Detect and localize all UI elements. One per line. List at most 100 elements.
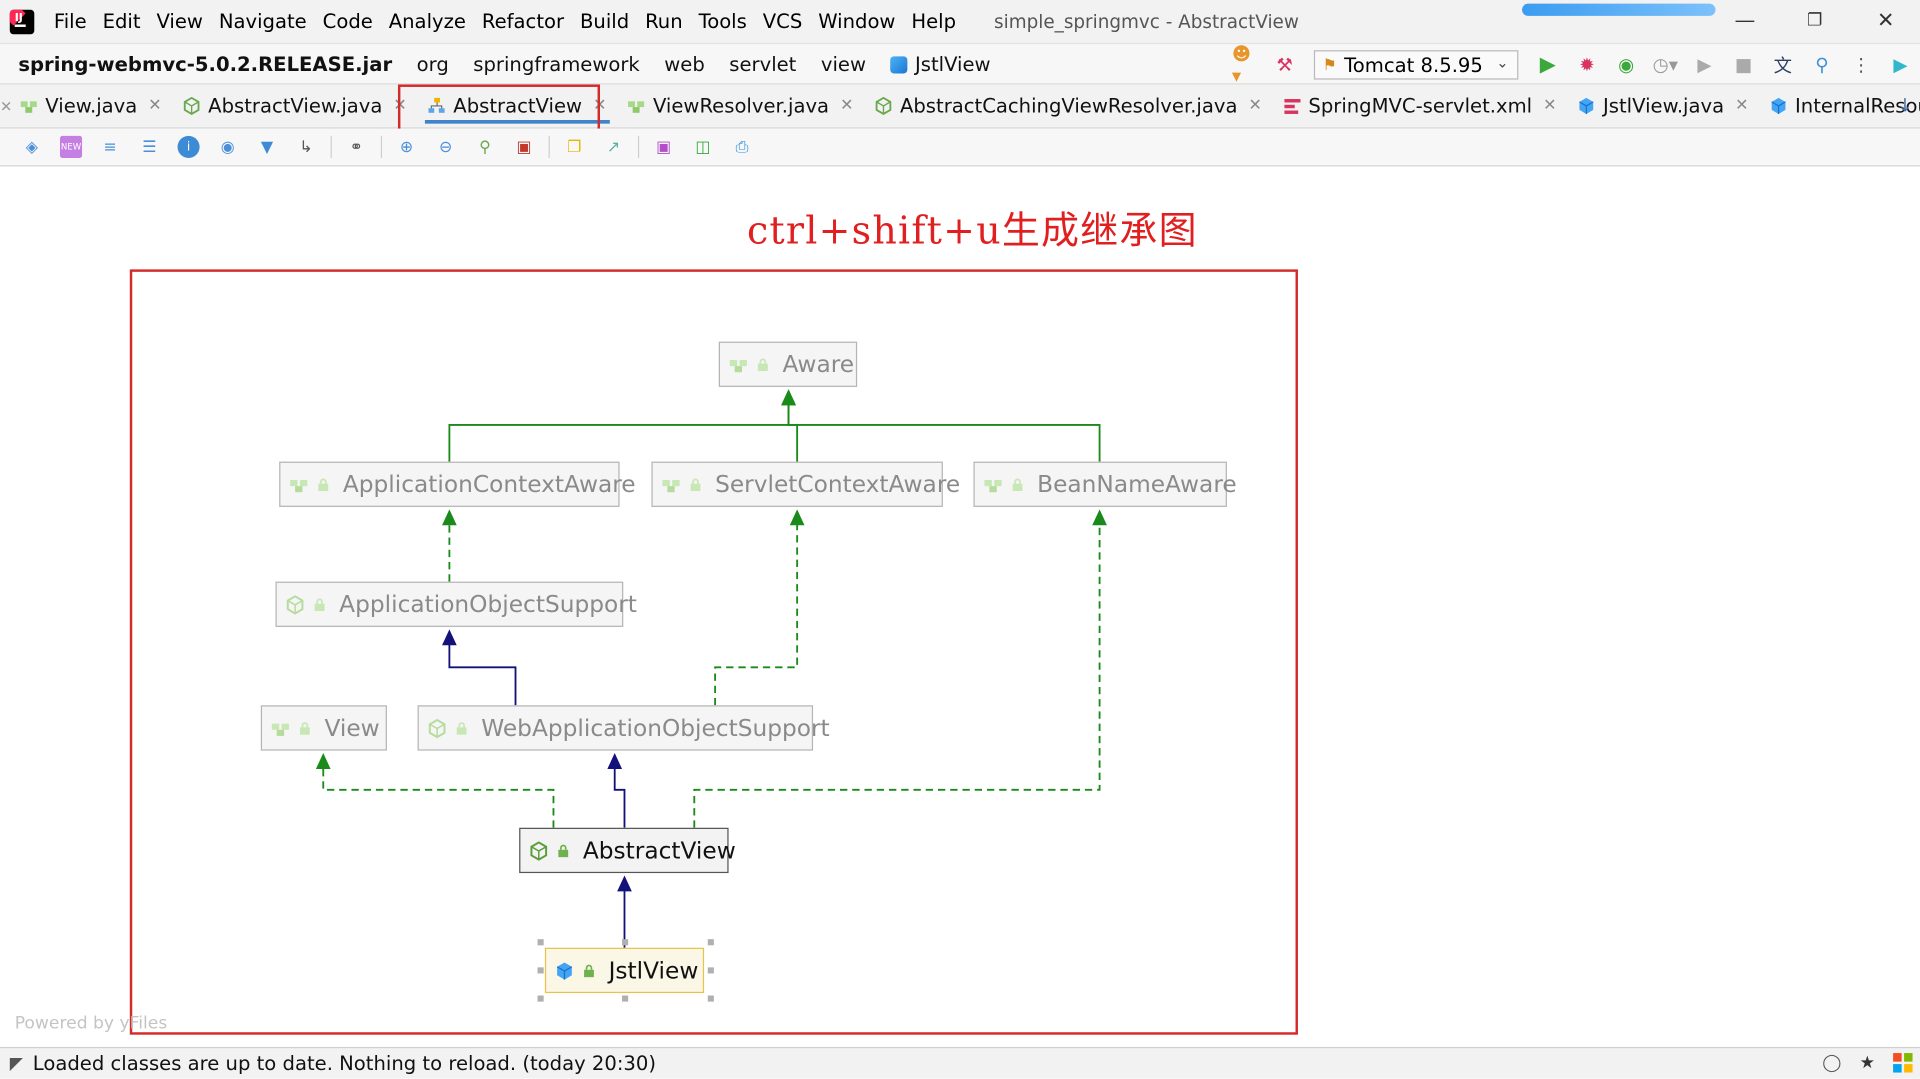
edge-abstract-view-to-bean-name-aware[interactable] [693,509,1107,828]
link-icon[interactable]: ⚭ [345,136,367,158]
menu-file[interactable]: File [54,10,87,33]
apply-layout-icon[interactable]: ↗ [602,136,624,158]
minimize-icon[interactable]: — [1731,7,1758,34]
breadcrumb-org[interactable]: org [417,52,449,75]
plugin-icon[interactable]: ▶ [1887,51,1914,78]
filter-icon[interactable]: ▼ [256,136,278,158]
menu-vcs[interactable]: VCS [763,10,803,33]
edge-application-object-support-to-application-context-aware[interactable] [442,509,457,582]
selection-handle[interactable] [707,939,714,946]
print-icon[interactable]: ⎙ [731,136,753,158]
users-icon[interactable]: ☻▾ [1232,43,1259,87]
edge-web-application-object-support-to-application-object-support[interactable] [442,629,517,706]
node-view[interactable]: View [260,705,387,751]
event-log-icon[interactable]: ★ [1855,1051,1879,1075]
selection-handle[interactable] [707,967,714,974]
tab-close-icon[interactable]: ✕ [840,97,853,115]
status-message[interactable]: Loaded classes are up to date. Nothing t… [33,1052,656,1075]
breadcrumb-jstlview[interactable]: JstlView [890,52,991,75]
actual-size-icon[interactable]: ⚲ [474,136,496,158]
save-icon[interactable]: ▣ [653,136,675,158]
tab-close-icon[interactable]: ✕ [1735,97,1748,115]
edge-application-context-aware-to-aware[interactable] [448,389,796,462]
menu-code[interactable]: Code [323,10,373,33]
tab-view-java[interactable]: View.java ✕ [10,84,173,127]
selection-handle[interactable] [622,939,629,946]
node-applicationcontextaware[interactable]: ApplicationContextAware [279,461,636,507]
menu-edit[interactable]: Edit [103,10,141,33]
search-icon[interactable]: ⚲ [1809,51,1836,78]
node-beannameaware[interactable]: BeanNameAware [973,461,1237,507]
node-applicationobjectsupport[interactable]: ApplicationObjectSupport [275,581,637,627]
more-vertical-icon[interactable]: ⋮ [1848,51,1875,78]
tab-abstractview-java[interactable]: AbstractView.java ✕ [173,84,418,127]
menu-tools[interactable]: Tools [699,10,747,33]
notifications-icon[interactable]: ◯ [1820,1051,1844,1075]
breadcrumb-view[interactable]: view [821,52,866,75]
list-icon[interactable]: ☰ [138,136,160,158]
menu-help[interactable]: Help [911,10,956,33]
tab-abstractcachingviewresolver-java[interactable]: AbstractCachingViewResolver.java ✕ [864,84,1272,127]
zoom-out-icon[interactable]: ⊖ [435,136,457,158]
node-aware[interactable]: Aware [718,341,858,387]
menu-window[interactable]: Window [818,10,895,33]
eye-icon[interactable]: ◉ [217,136,239,158]
breadcrumb-jar[interactable]: spring-webmvc-5.0.2.RELEASE.jar [18,52,392,75]
translate-icon[interactable]: 文 [1769,51,1796,78]
selection-handle[interactable] [537,995,544,1002]
route-edges-icon[interactable]: ↳ [295,136,317,158]
edge-bean-name-aware-to-aware[interactable] [781,389,1101,462]
new-icon[interactable]: NEW [60,135,83,158]
menu-refactor[interactable]: Refactor [482,10,564,33]
selection-handle[interactable] [537,967,544,974]
coverage-icon[interactable]: ◉ [1613,51,1640,78]
fit-content-icon[interactable]: ▣ [513,136,535,158]
tab-close-icon[interactable]: ✕ [1543,97,1556,115]
menu-navigate[interactable]: Navigate [219,10,307,33]
tab-jstlview-java[interactable]: JstlView.java ✕ [1568,84,1760,127]
menu-view[interactable]: View [156,10,202,33]
close-window-icon[interactable]: ✕ [1872,7,1899,34]
edge-abstract-view-to-web-application-object-support[interactable] [607,753,626,828]
menu-build[interactable]: Build [580,10,629,33]
stop-icon[interactable]: ■ [1730,51,1757,78]
zoom-in-icon[interactable]: ⊕ [396,136,418,158]
breadcrumb-servlet[interactable]: servlet [729,52,796,75]
breadcrumb-springframework[interactable]: springframework [473,52,640,75]
run-configuration-select[interactable]: ⚑ Tomcat 8.5.95 ⌄ [1313,50,1519,80]
tag-icon[interactable]: ◈ [21,136,43,158]
node-servletcontextaware[interactable]: ServletContextAware [651,461,960,507]
windows-logo-icon[interactable] [1891,1051,1915,1075]
selection-handle[interactable] [707,995,714,1002]
export-icon[interactable]: ◫ [692,136,714,158]
debug-icon[interactable]: ✹ [1573,51,1600,78]
resume-icon[interactable]: ▶ [1691,51,1718,78]
edge-abstract-view-to-view[interactable] [315,753,555,828]
background-progress-bar[interactable] [1522,3,1716,16]
diagram-canvas[interactable]: ctrl+shift+u生成继承图 Aware ApplicationConte… [0,166,1920,1047]
menu-analyze[interactable]: Analyze [389,10,466,33]
tab-close-icon[interactable]: ✕ [148,97,161,115]
tab-close-overflow-icon[interactable]: ✕ [0,84,12,127]
node-jstlview[interactable]: JstlView [544,947,705,994]
build-hammer-icon[interactable]: ⚒ [1271,51,1298,78]
breadcrumb-web[interactable]: web [664,52,705,75]
tab-scroll-down-icon[interactable]: ↓ [1897,94,1912,116]
selection-handle[interactable] [537,939,544,946]
tab-internalresourceview-java[interactable]: InternalResourceView.jav [1759,84,1920,127]
info-icon[interactable]: i [177,135,200,158]
node-abstractview[interactable]: AbstractView [519,827,736,874]
tab-close-icon[interactable]: ✕ [1249,97,1262,115]
tab-viewresolver-java[interactable]: ViewResolver.java ✕ [617,84,864,127]
tab-springmvc-servlet-xml[interactable]: SpringMVC-servlet.xml ✕ [1273,84,1568,127]
restore-icon[interactable]: ❐ [1801,7,1828,34]
node-webapplicationobjectsupport[interactable]: WebApplicationObjectSupport [417,705,830,751]
edge-jstl-view-to-abstract-view[interactable] [617,875,632,948]
profile-icon[interactable]: ◷▾ [1652,51,1679,78]
selection-handle[interactable] [622,995,629,1002]
edge-web-application-object-support-to-servlet-context-aware[interactable] [714,509,805,706]
menu-run[interactable]: Run [645,10,683,33]
run-icon[interactable]: ▶ [1534,51,1561,78]
layers-icon[interactable]: ≡ [99,136,121,158]
status-tool-windows-icon[interactable]: ◤ [10,1054,23,1074]
